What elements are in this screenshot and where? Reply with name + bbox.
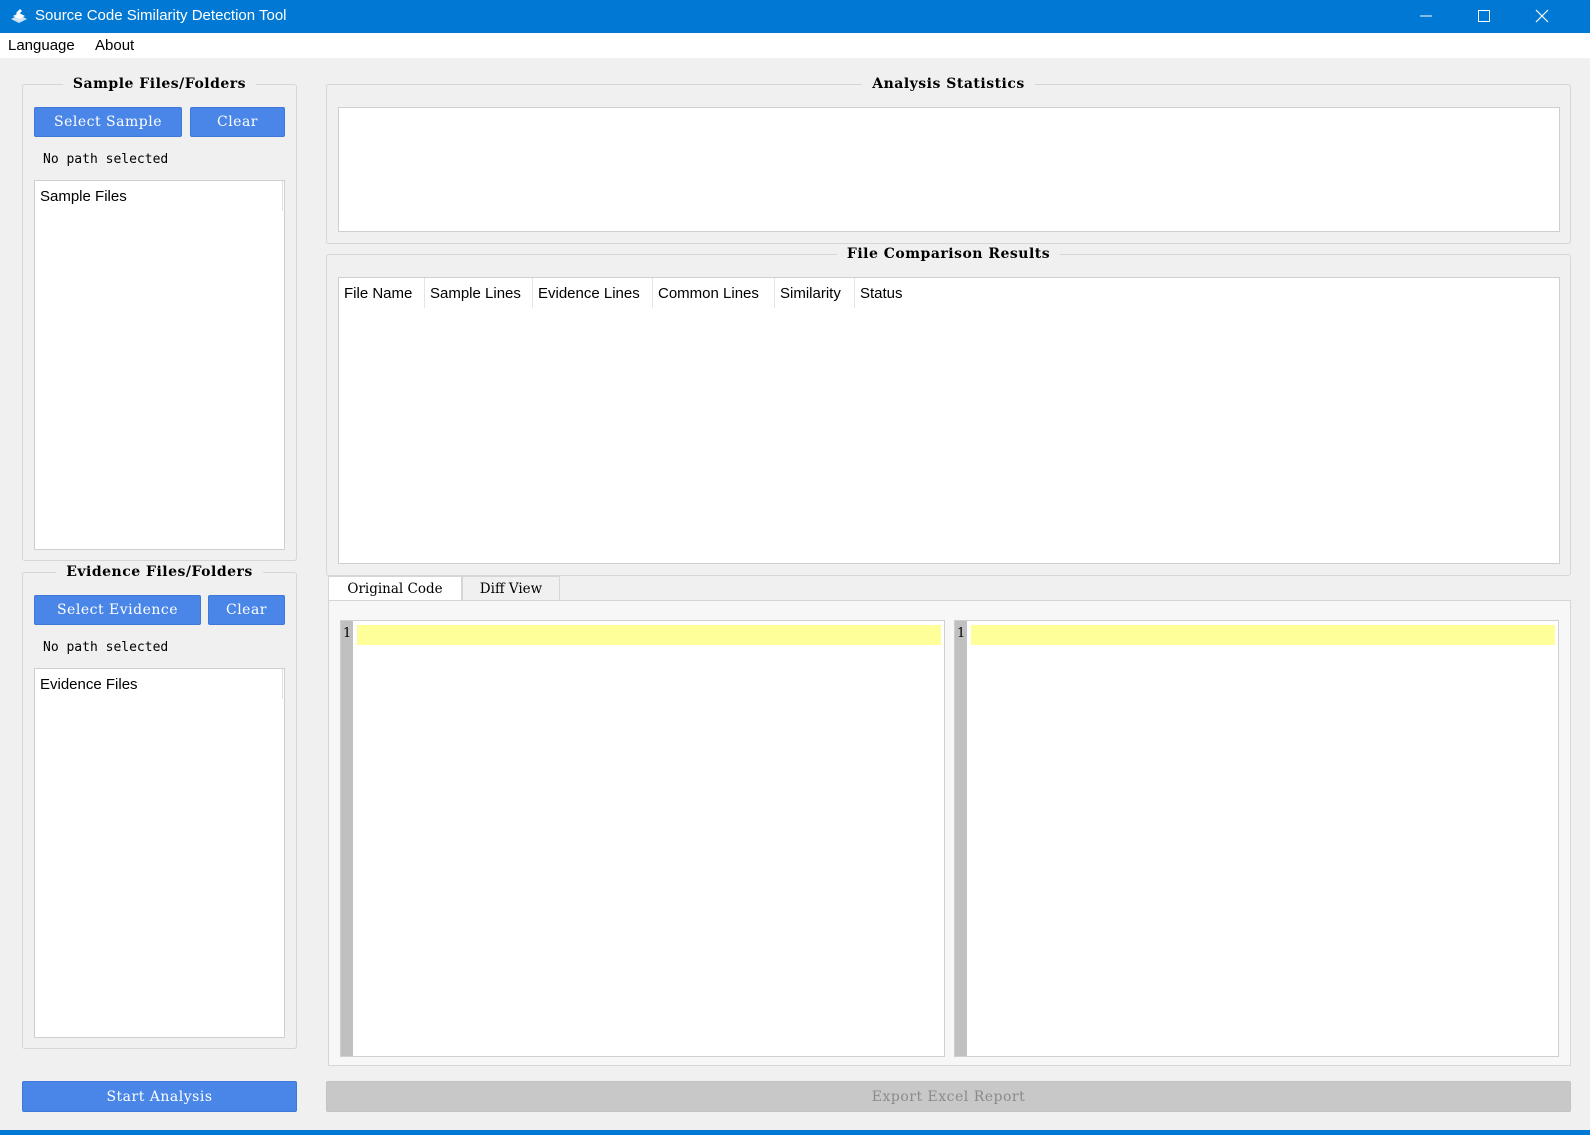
app-icon [11,9,27,23]
sample-group-title: Sample Files/Folders [23,76,296,92]
tab-original-code[interactable]: Original Code [328,576,462,600]
menu-bar: Language About [0,33,1590,58]
window-bottom-border [0,1130,1590,1135]
start-analysis-button[interactable]: Start Analysis [22,1081,297,1112]
current-line-highlight [971,625,1555,645]
evidence-path-label: No path selected [43,640,169,655]
sample-path-label: No path selected [43,152,169,167]
evidence-group-title: Evidence Files/Folders [23,564,296,580]
close-button[interactable] [1513,0,1571,33]
results-table[interactable]: File Name Sample Lines Evidence Lines Co… [338,277,1560,564]
maximize-button[interactable] [1455,0,1513,33]
select-sample-button[interactable]: Select Sample [34,107,182,137]
sample-list-header: Sample Files [40,188,127,205]
original-code-editor[interactable]: 1 [340,620,945,1057]
menu-about[interactable]: About [95,37,134,54]
clear-evidence-button[interactable]: Clear [208,595,285,625]
tab-diff-view[interactable]: Diff View [462,576,560,600]
evidence-files-list[interactable]: Evidence Files [34,668,285,1038]
title-bar: Source Code Similarity Detection Tool [0,0,1590,33]
results-group-title: File Comparison Results [327,246,1570,262]
column-header-file-name[interactable]: File Name [339,278,425,308]
menu-language[interactable]: Language [8,37,75,54]
current-line-highlight [357,625,941,645]
stats-display [338,107,1560,232]
column-header-evidence-lines[interactable]: Evidence Lines [533,278,653,308]
export-excel-button[interactable]: Export Excel Report [326,1081,1571,1112]
column-header-status[interactable]: Status [855,278,915,308]
stats-group-title: Analysis Statistics [327,76,1570,92]
window-title: Source Code Similarity Detection Tool [35,7,287,24]
column-header-sample-lines[interactable]: Sample Lines [425,278,533,308]
column-header-similarity[interactable]: Similarity [775,278,855,308]
list-divider [282,181,284,211]
column-header-common-lines[interactable]: Common Lines [653,278,775,308]
minimize-button[interactable] [1397,0,1455,33]
maximize-icon [1478,10,1490,22]
line-gutter [341,621,353,1056]
line-number: 1 [343,626,352,641]
clear-sample-button[interactable]: Clear [190,107,285,137]
evidence-list-header: Evidence Files [40,676,138,693]
close-icon [1535,9,1549,23]
minimize-icon [1420,15,1432,17]
select-evidence-button[interactable]: Select Evidence [34,595,201,625]
line-gutter [955,621,967,1056]
line-number: 1 [957,626,966,641]
list-divider [282,669,284,699]
sample-files-list[interactable]: Sample Files [34,180,285,550]
evidence-code-editor[interactable]: 1 [954,620,1559,1057]
